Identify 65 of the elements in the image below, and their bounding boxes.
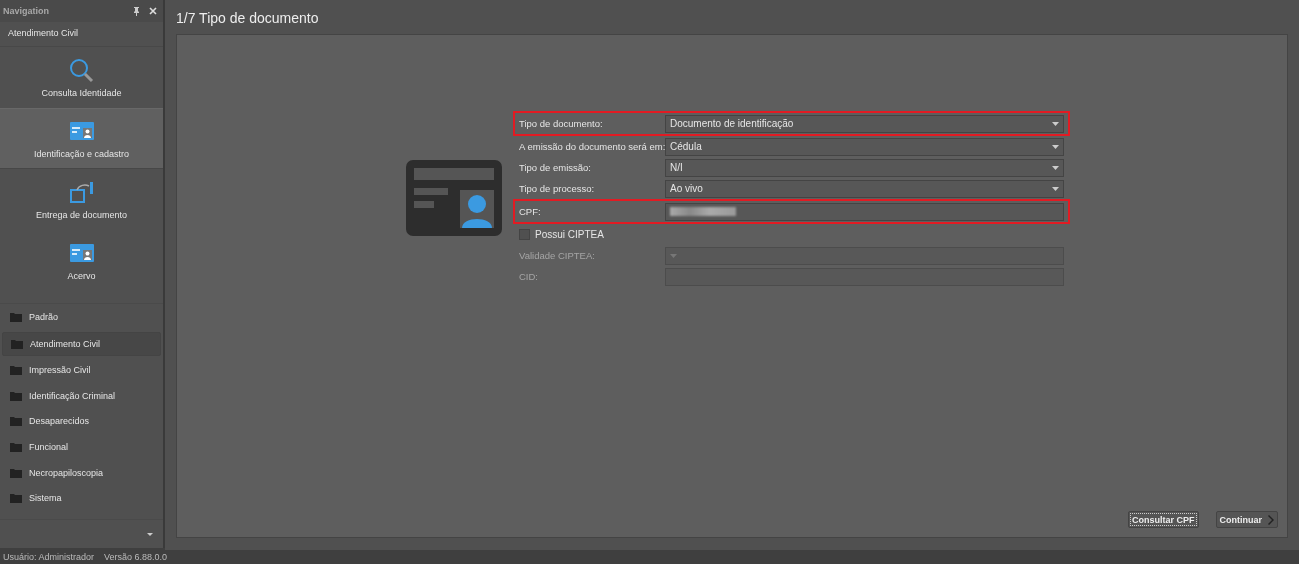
dropdown[interactable]: Cédula: [665, 137, 1064, 156]
folder-icon: [10, 390, 22, 401]
folder-icon: [11, 338, 23, 349]
action-label: Identificação e cadastro: [33, 148, 130, 159]
field-label: Tipo de processo:: [519, 183, 596, 194]
card-hand-icon: [68, 179, 95, 206]
folder-icon: [10, 365, 22, 376]
panel-title: Navigation: [3, 6, 50, 16]
status-text: Usuário: Administrador Versão 6.88.0.0: [2, 551, 169, 564]
field-label: CPF:: [519, 206, 542, 217]
navigation-action[interactable]: Acervo: [0, 230, 163, 291]
field-label: Validade CIPTEA:: [519, 250, 596, 261]
group-label: Desaparecidos: [29, 416, 90, 427]
group-label: Identificação Criminal: [29, 390, 116, 401]
navigation-action[interactable]: Entrega de documento: [0, 169, 163, 230]
action-label: Acervo: [67, 270, 96, 281]
navigation-group[interactable]: Impressão Civil: [2, 359, 161, 382]
group-label: Necropapiloscopia: [29, 467, 104, 478]
action-label: Consulta Identidade: [41, 87, 122, 98]
group-label: Funcional: [29, 441, 69, 452]
redacted-text: [670, 207, 736, 216]
group-label: Padrão: [29, 312, 59, 322]
folder-icon: [10, 312, 22, 322]
navigation-action[interactable]: Identificação e cadastro: [0, 108, 163, 169]
chevron-right-icon: [1268, 514, 1274, 525]
navigation-group[interactable]: Necropapiloscopia: [2, 461, 161, 484]
search-icon: [68, 57, 95, 84]
pin-icon[interactable]: [133, 6, 140, 16]
field-label: CID:: [519, 271, 539, 282]
navigation-group[interactable]: Sistema: [2, 487, 161, 510]
dropdown-arrow-icon: [1052, 186, 1059, 191]
dropdown-arrow-icon: [1052, 121, 1059, 126]
group-label: Impressão Civil: [29, 365, 91, 376]
dropdown-arrow-icon: [1052, 144, 1059, 149]
field-label: Tipo de emissão:: [519, 162, 592, 173]
navigation-group[interactable]: Padrão: [2, 306, 161, 328]
dropdown-arrow-icon: [670, 253, 677, 258]
input-field[interactable]: [665, 202, 1064, 221]
dropdown[interactable]: Ao vivo: [665, 179, 1064, 198]
group-label: Atendimento Civil: [30, 338, 101, 349]
id-card-icon: [406, 160, 502, 236]
folder-icon: [10, 493, 22, 504]
dropdown[interactable]: Documento de identificação: [665, 114, 1064, 133]
action-label: Entrega de documento: [35, 209, 128, 220]
folder-icon: [10, 467, 22, 478]
navigation-action[interactable]: Consulta Identidade: [0, 47, 163, 108]
navigation-group[interactable]: Atendimento Civil: [2, 331, 161, 356]
folder-icon: [10, 416, 22, 427]
checkbox-label: Possui CIPTEA: [535, 229, 604, 240]
dropdown[interactable]: N/I: [665, 158, 1064, 177]
group-label: Sistema: [29, 493, 62, 504]
checkbox[interactable]: [519, 229, 530, 240]
page-title: 1/7 Tipo de documento: [176, 9, 320, 28]
query-button[interactable]: Consultar CPF: [1128, 511, 1199, 528]
field-label: A emissão do documento será em:: [519, 141, 665, 152]
continue-button[interactable]: Continuar: [1215, 511, 1278, 528]
folder-icon: [10, 441, 22, 452]
field-label: Tipo de documento:: [519, 118, 604, 129]
section-title: Atendimento Civil: [0, 22, 163, 47]
dropdown-arrow-icon[interactable]: [147, 532, 153, 536]
dropdown-arrow-icon: [1052, 165, 1059, 170]
navigation-group[interactable]: Desaparecidos: [2, 410, 161, 433]
navigation-group[interactable]: Funcional: [2, 435, 161, 458]
navigation-group[interactable]: Identificação Criminal: [2, 384, 161, 407]
close-icon[interactable]: [149, 7, 157, 15]
